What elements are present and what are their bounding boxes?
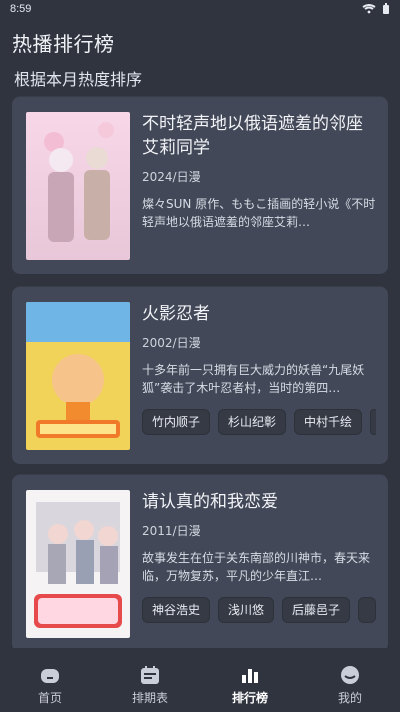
cast-tag[interactable]: 中村千绘 [294, 409, 363, 435]
more-tag-edge [370, 409, 376, 435]
page-title: 热播排行榜 [12, 32, 115, 56]
wifi-icon [362, 4, 376, 17]
tab-schedule[interactable]: 排期表 [100, 663, 200, 706]
cast-tag[interactable]: 浅川悠 [218, 597, 275, 623]
anime-meta-3: 2011/日漫 [142, 524, 201, 538]
card-info-3: 请认真的和我恋爱 2011/日漫 故事发生在位于关东南部的川神市，春天来临，万物… [142, 490, 376, 640]
status-icons [362, 3, 390, 18]
anime-title-1: 不时轻声地以俄语遮羞的邻座艾莉同学 [142, 114, 363, 158]
tab-profile[interactable]: 我的 [300, 663, 400, 706]
status-bar: 8:59 [0, 0, 400, 20]
anime-title-3: 请认真的和我恋爱 [142, 492, 278, 512]
poster-image-1 [26, 112, 130, 260]
tab-ranking[interactable]: 排行榜 [200, 663, 300, 706]
tab-home-label: 首页 [37, 691, 62, 705]
cast-tags-2: 竹内顺子 杉山纪彰 中村千绘 [142, 409, 376, 435]
home-icon [38, 663, 62, 687]
chart-bars-icon [238, 663, 262, 687]
card-info-2: 火影忍者 2002/日漫 十多年前一只拥有巨大威力的妖兽“九尾妖狐”袭击了木叶忍… [142, 302, 376, 452]
card-info-1: 不时轻声地以俄语遮羞的邻座艾莉同学 2024/日漫 燦々SUN 原作、ももこ插画… [142, 112, 376, 262]
more-tag-edge [358, 597, 376, 623]
anime-meta-1: 2024/日漫 [142, 170, 201, 184]
anime-card-1[interactable]: 不时轻声地以俄语遮羞的邻座艾莉同学 2024/日漫 燦々SUN 原作、ももこ插画… [12, 96, 388, 274]
cast-tags-3: 神谷浩史 浅川悠 后藤邑子 [142, 597, 376, 623]
poster-image-3 [26, 490, 130, 638]
cast-tag[interactable]: 后藤邑子 [282, 597, 351, 623]
anime-desc-3: 故事发生在位于关东南部的川神市，春天来临，万物复苏，平凡的少年直江… [142, 551, 371, 583]
tab-schedule-label: 排期表 [131, 691, 168, 705]
battery-icon [382, 3, 390, 18]
cast-tag[interactable]: 神谷浩史 [142, 597, 211, 623]
anime-meta-2: 2002/日漫 [142, 336, 201, 350]
tab-profile-label: 我的 [337, 691, 362, 705]
schedule-icon [138, 663, 162, 687]
anime-card-3[interactable]: 请认真的和我恋爱 2011/日漫 故事发生在位于关东南部的川神市，春天来临，万物… [12, 474, 388, 652]
status-time: 8:59 [10, 3, 32, 15]
cast-tag[interactable]: 杉山纪彰 [218, 409, 287, 435]
page-subtitle: 根据本月热度排序 [14, 70, 143, 89]
cast-tag[interactable]: 竹内顺子 [142, 409, 211, 435]
profile-smile-icon [338, 663, 362, 687]
bottom-nav: 首页 排期表 排行榜 我的 [0, 648, 400, 712]
tab-home[interactable]: 首页 [0, 663, 100, 706]
anime-title-2: 火影忍者 [142, 304, 210, 324]
anime-desc-2: 十多年前一只拥有巨大威力的妖兽“九尾妖狐”袭击了木叶忍者村，当时的第四… [142, 363, 365, 395]
anime-desc-1: 燦々SUN 原作、ももこ插画的轻小说《不时轻声地以俄语遮羞的邻座艾莉… [142, 197, 376, 229]
poster-image-2 [26, 302, 130, 450]
tab-ranking-label: 排行榜 [231, 691, 268, 705]
anime-card-2[interactable]: 火影忍者 2002/日漫 十多年前一只拥有巨大威力的妖兽“九尾妖狐”袭击了木叶忍… [12, 286, 388, 464]
